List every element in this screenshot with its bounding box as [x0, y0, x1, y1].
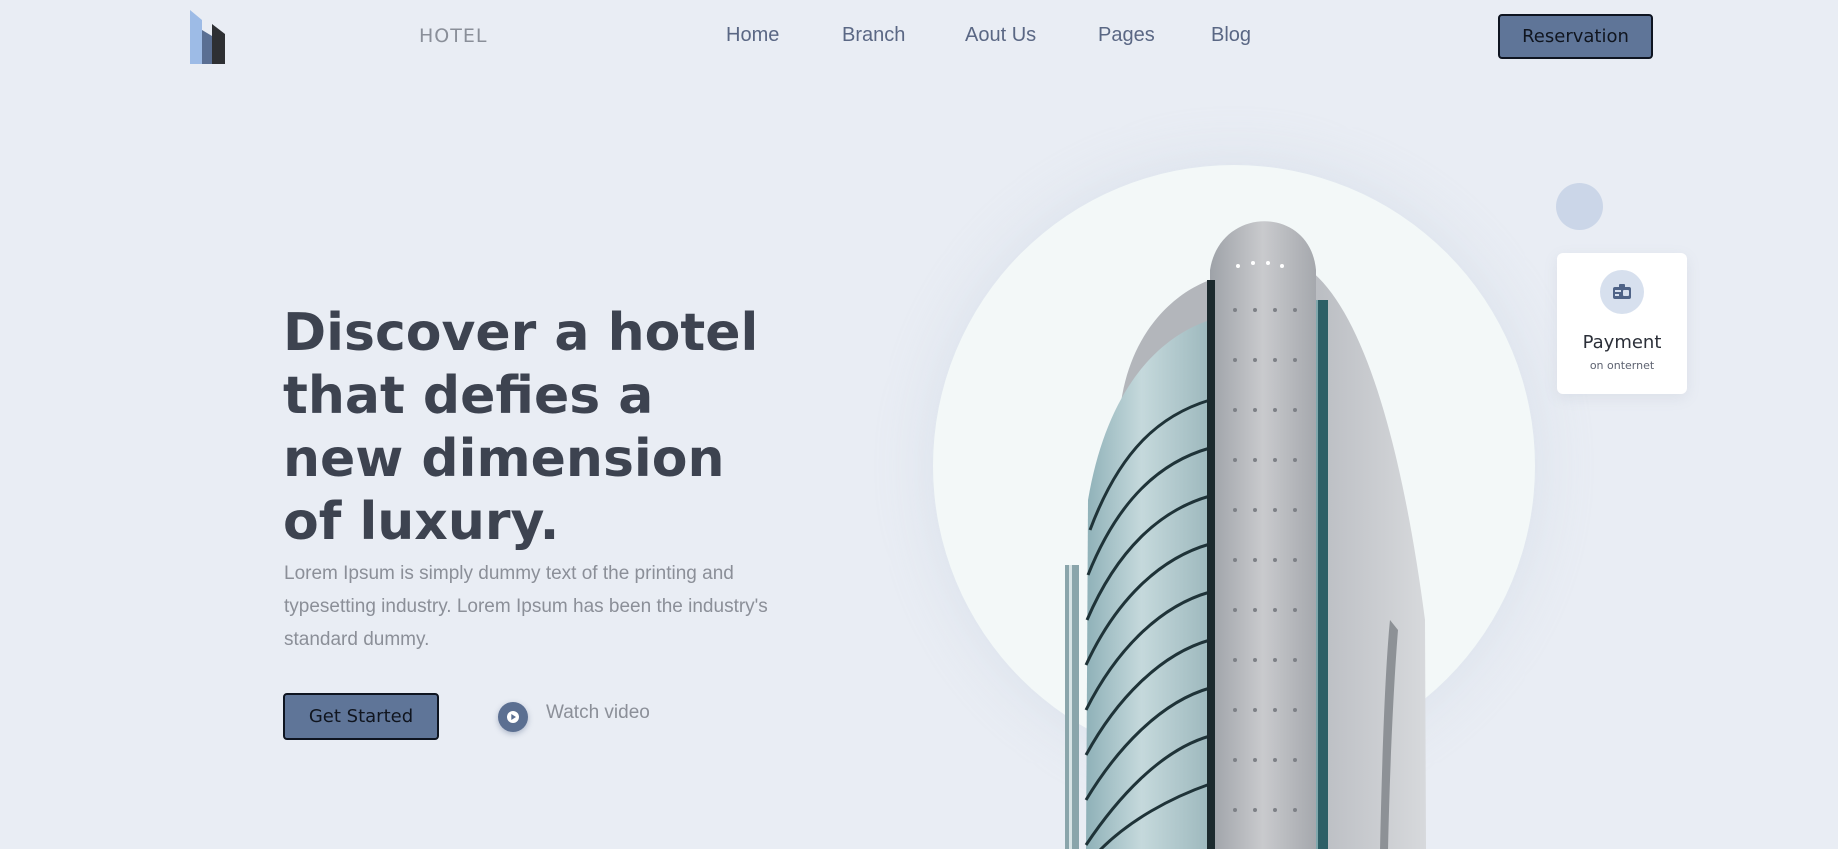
- hotel-building-image: [1065, 221, 1426, 849]
- nav-branch[interactable]: Branch: [842, 24, 905, 47]
- nav-blog[interactable]: Blog: [1211, 24, 1251, 47]
- payment-subtitle: on onternet: [1589, 359, 1655, 372]
- nav-home[interactable]: Home: [726, 24, 779, 47]
- hero-description: Lorem Ipsum is simply dummy text of the …: [284, 563, 768, 650]
- id-card-icon: [1613, 284, 1631, 299]
- hero-section: HOTEL Home Branch Aout Us Pages Blog Res…: [0, 0, 1838, 849]
- hotel-logo-icon[interactable]: [190, 10, 226, 64]
- nav-pages[interactable]: Pages: [1098, 24, 1155, 47]
- get-started-button[interactable]: Get Started: [283, 693, 439, 740]
- play-icon: [507, 711, 519, 723]
- play-video-button[interactable]: [498, 702, 528, 732]
- nav-about-us[interactable]: Aout Us: [965, 24, 1036, 47]
- hero-headline: Discover a hotel that defies a new dimen…: [283, 303, 759, 552]
- brand-name[interactable]: HOTEL: [419, 25, 487, 47]
- watch-video-link[interactable]: Watch video: [546, 702, 650, 724]
- reservation-button[interactable]: Reservation: [1498, 14, 1653, 59]
- payment-title: Payment: [1582, 332, 1662, 353]
- payment-icon-badge: [1600, 270, 1644, 314]
- payment-card[interactable]: Payment on onternet: [1557, 253, 1687, 394]
- decorative-dot: [1556, 183, 1603, 230]
